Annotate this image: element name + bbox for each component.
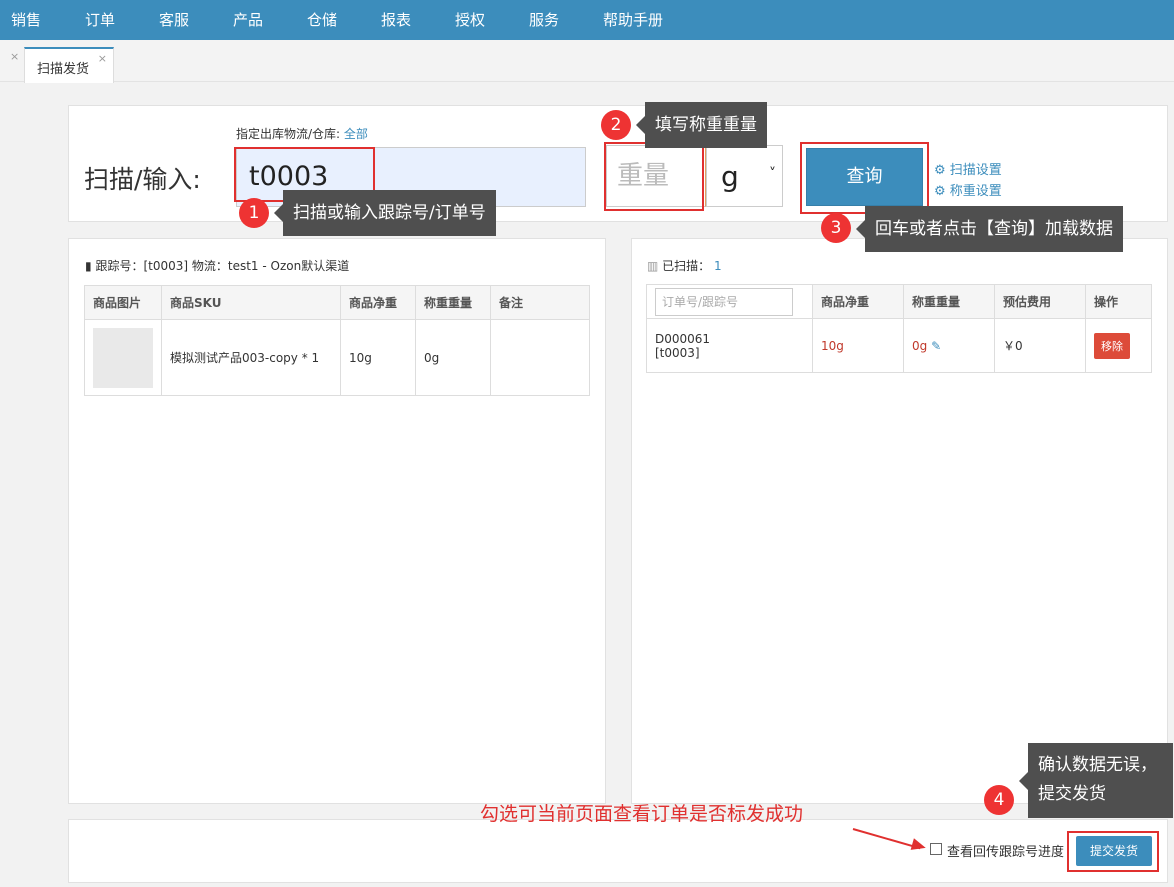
- scan-input-label: 扫描/输入:: [84, 165, 201, 194]
- edit-icon[interactable]: ✎: [931, 339, 941, 353]
- step-3-callout: 回车或者点击【查询】加载数据: [856, 206, 1123, 252]
- chevron-down-icon: ˅: [769, 166, 776, 182]
- close-icon[interactable]: ×: [98, 52, 107, 65]
- nav-services[interactable]: 服务: [529, 0, 559, 40]
- step-4-callout: 确认数据无误，提交发货: [1019, 743, 1173, 818]
- tab-bar: × 扫描发货 ×: [0, 40, 1174, 83]
- step-1-badge: 1: [239, 198, 269, 228]
- weight-unit-select[interactable]: g ˅: [706, 145, 783, 207]
- col-sku: 商品SKU: [161, 285, 341, 320]
- col-action: 操作: [1085, 284, 1152, 319]
- order-tracking: [t0003]: [655, 345, 700, 360]
- col-weighed: 称重重量: [415, 285, 491, 320]
- warehouse-filter: 指定出库物流/仓库: 全部: [236, 125, 368, 142]
- warehouse-filter-link[interactable]: 全部: [344, 127, 368, 141]
- col-net-weight: 商品净重: [812, 284, 904, 319]
- col-net-weight: 商品净重: [340, 285, 416, 320]
- weighed-cell: 0g ✎: [903, 318, 995, 373]
- scan-settings-link[interactable]: ⚙ 扫描设置: [934, 159, 1002, 178]
- package-info-text: 跟踪号：[t0003] 物流：test1 - Ozon默认渠道: [95, 259, 350, 273]
- weigh-settings-label: 称重设置: [949, 184, 1002, 199]
- nav-warehouse[interactable]: 仓储: [307, 0, 337, 40]
- step-1-callout: 扫描或输入跟踪号/订单号: [274, 190, 496, 236]
- package-info: ▮ 跟踪号：[t0003] 物流：test1 - Ozon默认渠道: [85, 257, 349, 274]
- checkbox-label: 查看回传跟踪号进度: [947, 845, 1065, 860]
- highlight-box: [800, 142, 929, 214]
- nav-reports[interactable]: 报表: [381, 0, 411, 40]
- col-image: 商品图片: [84, 285, 162, 320]
- table-row: D000061 [t0003] 10g 0g ✎ ￥0 移除: [646, 318, 1152, 373]
- col-weighed: 称重重量: [903, 284, 995, 319]
- product-thumbnail: [93, 327, 153, 388]
- close-icon[interactable]: ×: [10, 50, 19, 63]
- step-3-badge: 3: [821, 213, 851, 243]
- highlight-box: [1067, 831, 1159, 872]
- order-filter-input[interactable]: 订单号/跟踪号: [655, 287, 793, 316]
- remove-button[interactable]: 移除: [1094, 332, 1130, 359]
- nav-customer-service[interactable]: 客服: [159, 0, 189, 40]
- warehouse-filter-label: 指定出库物流/仓库:: [236, 127, 341, 141]
- top-navbar: 销售 订单 客服 产品 仓储 报表 授权 服务 帮助手册: [0, 0, 1174, 40]
- col-note: 备注: [490, 285, 590, 320]
- scanned-table: 订单号/跟踪号 商品净重 称重重量 预估费用 操作 D000061 [t0003…: [646, 284, 1152, 373]
- net-weight-cell: 10g: [340, 319, 416, 396]
- book-icon: ▮: [85, 259, 92, 273]
- barcode-icon: ▥: [647, 259, 659, 273]
- scan-settings-label: 扫描设置: [949, 163, 1002, 178]
- gear-icon: ⚙: [934, 163, 946, 178]
- action-cell: 移除: [1085, 318, 1152, 373]
- weighed-value: 0g: [912, 338, 928, 353]
- filter-header: 订单号/跟踪号: [646, 284, 813, 319]
- nav-orders[interactable]: 订单: [85, 0, 115, 40]
- tab-label: 扫描发货: [37, 62, 90, 77]
- unit-value: g: [721, 160, 739, 193]
- col-estimated-fee: 预估费用: [994, 284, 1086, 319]
- nav-help-manual[interactable]: 帮助手册: [603, 0, 663, 40]
- table-header: 商品图片 商品SKU 商品净重 称重重量 备注: [84, 285, 590, 320]
- checkbox-hint-annotation: 勾选可当前页面查看订单是否标发成功: [480, 803, 804, 825]
- nav-products[interactable]: 产品: [233, 0, 263, 40]
- table-header: 订单号/跟踪号 商品净重 称重重量 预估费用 操作: [646, 284, 1152, 319]
- order-cell: D000061 [t0003]: [646, 318, 813, 373]
- scanned-label: 已扫描：: [662, 259, 711, 273]
- table-row: 模拟测试产品003-copy * 1 10g 0g: [84, 319, 590, 396]
- step-4-badge: 4: [984, 785, 1014, 815]
- weighed-cell: 0g: [415, 319, 491, 396]
- net-weight-cell: 10g: [812, 318, 904, 373]
- nav-sales[interactable]: 销售: [11, 0, 41, 40]
- tab-scan-ship[interactable]: 扫描发货 ×: [24, 47, 114, 83]
- fee-cell: ￥0: [994, 318, 1086, 373]
- highlight-box: [604, 142, 704, 211]
- order-number: D000061: [655, 331, 711, 346]
- note-cell: [490, 319, 590, 396]
- step-2-badge: 2: [601, 110, 631, 140]
- sku-cell: 模拟测试产品003-copy * 1: [161, 319, 341, 396]
- nav-authorization[interactable]: 授权: [455, 0, 485, 40]
- step-2-callout: 填写称重重量: [636, 102, 767, 148]
- product-table: 商品图片 商品SKU 商品净重 称重重量 备注 模拟测试产品003-copy *…: [84, 285, 590, 396]
- scanned-count-value: 1: [714, 259, 722, 273]
- product-image-cell: [84, 319, 162, 396]
- gear-icon: ⚙: [934, 184, 946, 199]
- scanned-count: ▥ 已扫描： 1: [647, 257, 722, 274]
- weigh-settings-link[interactable]: ⚙ 称重设置: [934, 180, 1002, 199]
- tracking-progress-checkbox[interactable]: [930, 843, 942, 855]
